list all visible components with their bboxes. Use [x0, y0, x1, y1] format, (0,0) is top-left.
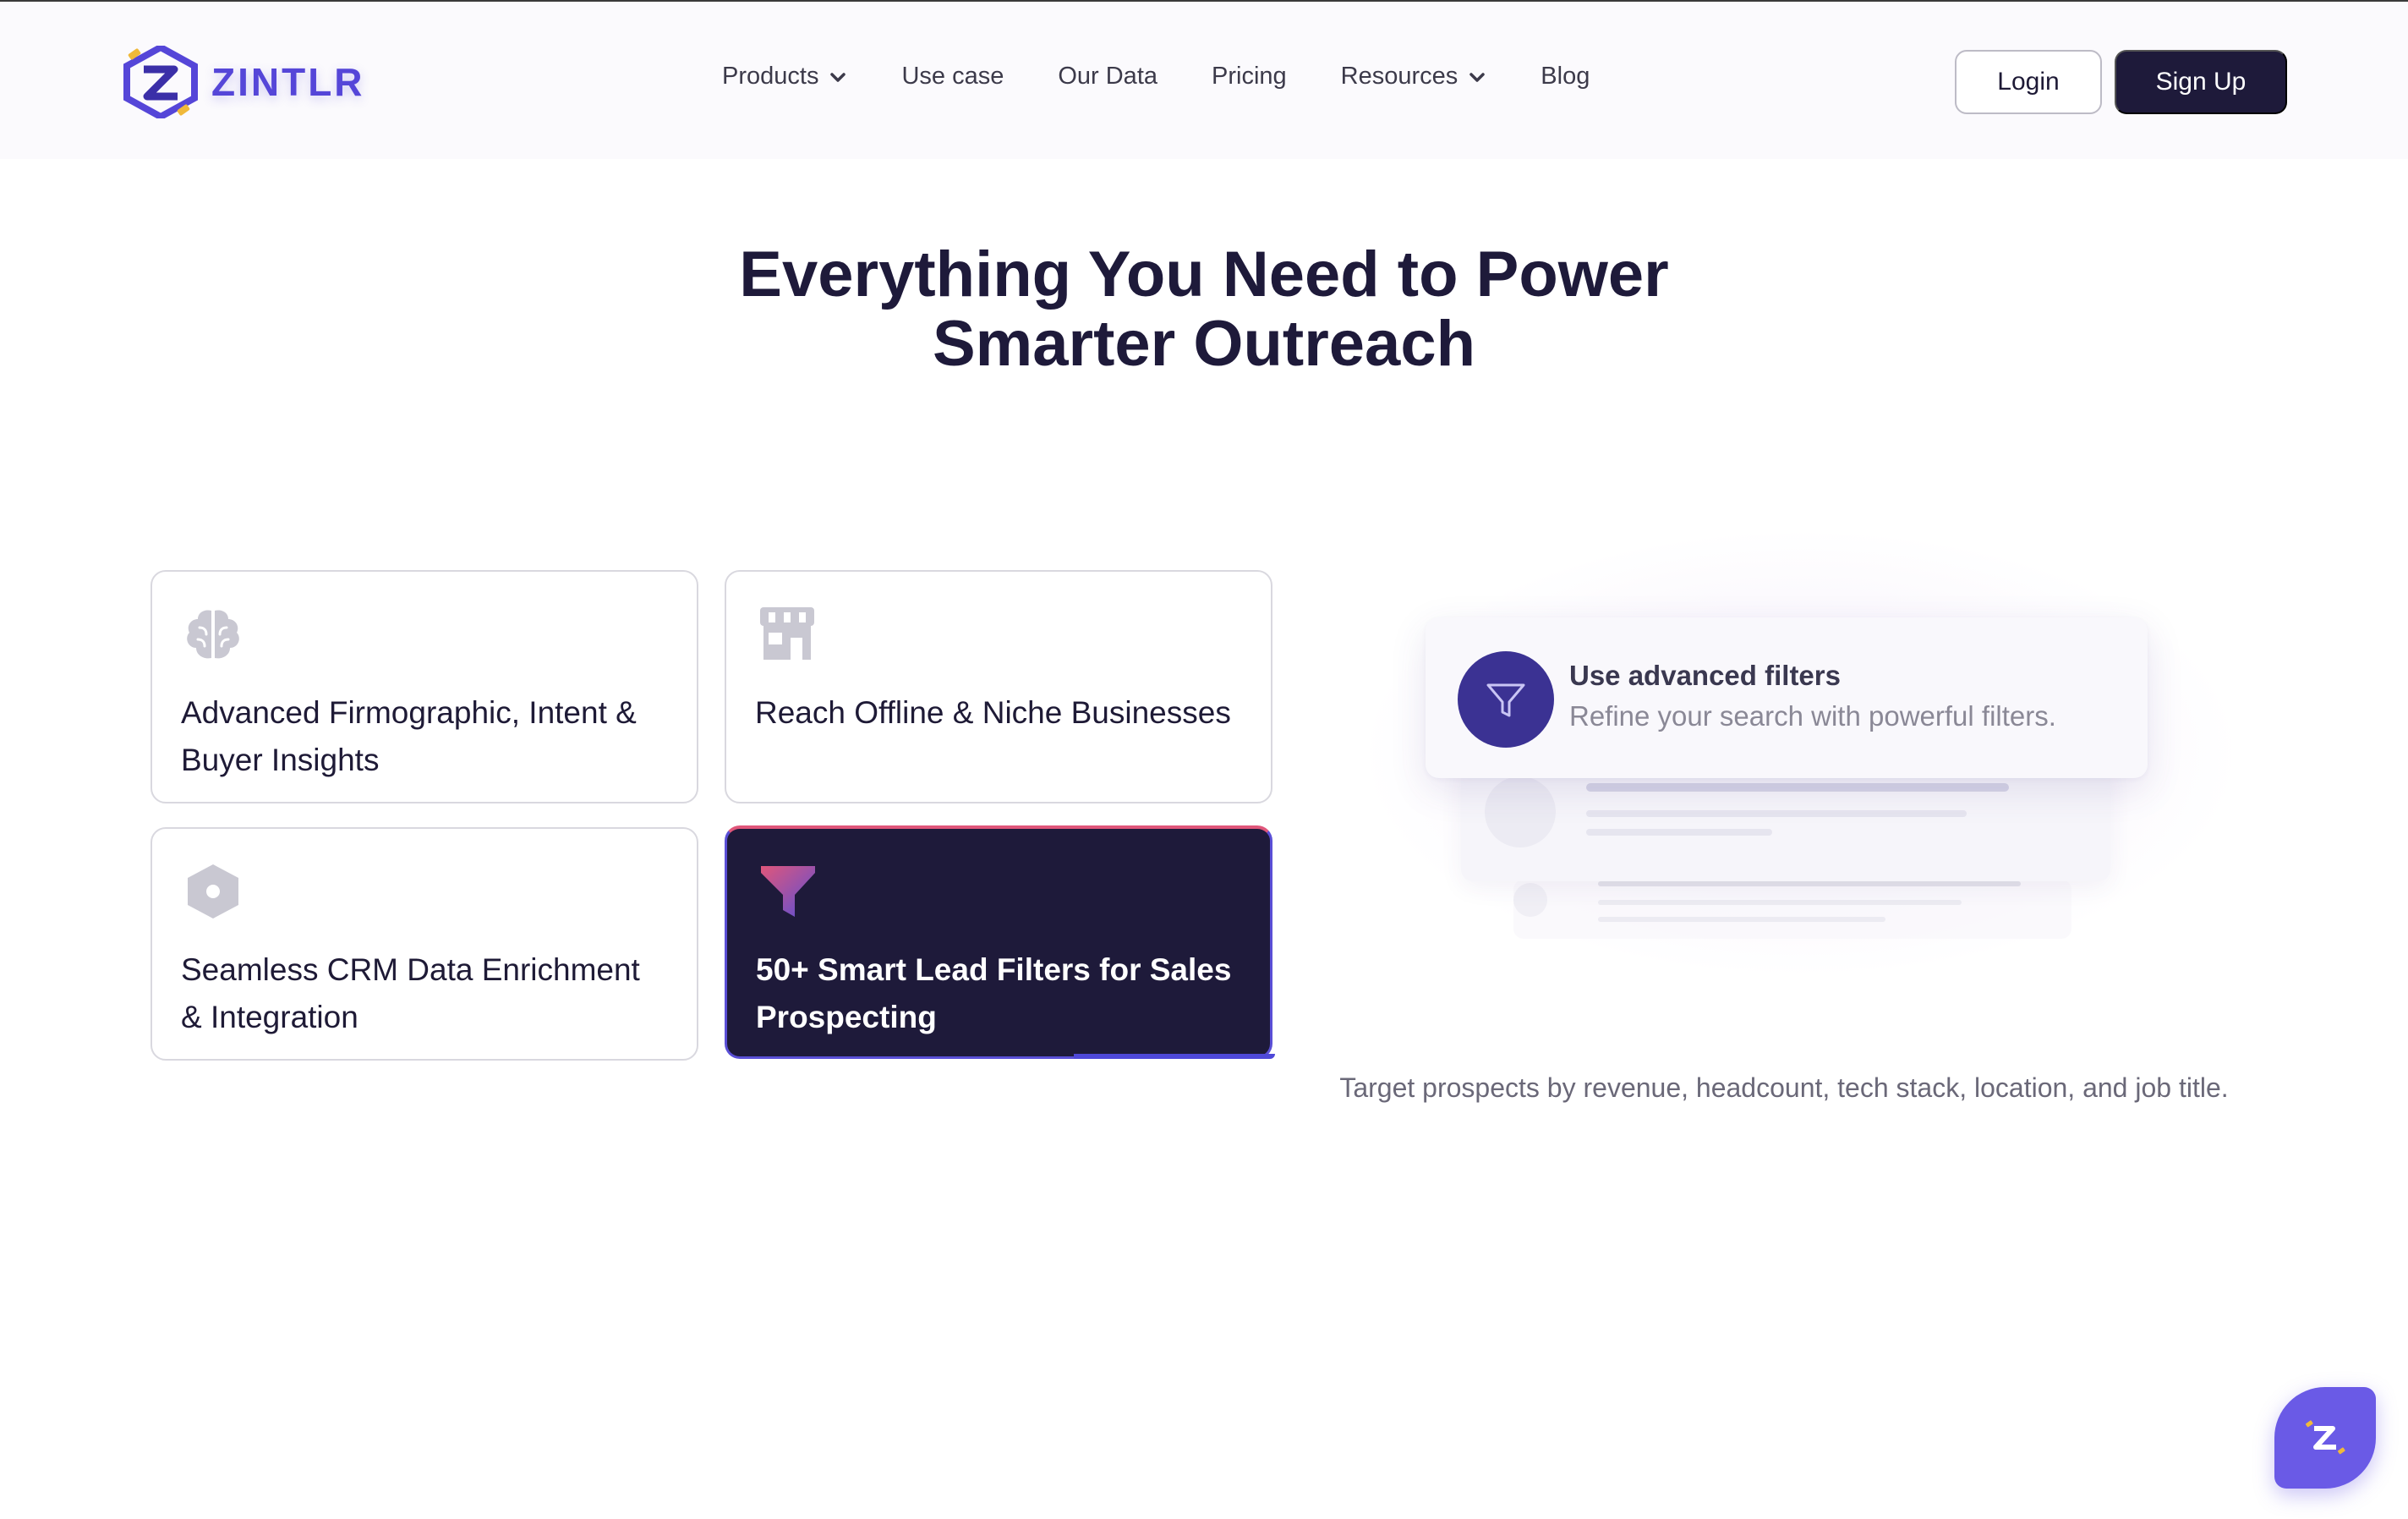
nav-blog-label: Blog — [1541, 63, 1590, 90]
placeholder-line — [1586, 810, 1967, 817]
zintlr-logo-icon — [2305, 1420, 2345, 1455]
preview-subtitle: Refine your search with powerful filters… — [1569, 700, 2056, 732]
placeholder-line — [1586, 829, 1772, 836]
placeholder-line — [1598, 881, 2021, 886]
nav-blog[interactable]: Blog — [1541, 63, 1590, 90]
advanced-filters-preview-card: Use advanced filters Refine your search … — [1426, 617, 2148, 778]
feature-label: Advanced Firmographic, Intent & Buyer In… — [181, 695, 637, 777]
top-navigation: ZINTLR Products Use case Our Data Pricin… — [0, 2, 2408, 159]
nav-our-data-label: Our Data — [1058, 63, 1158, 90]
main-menu: Products Use case Our Data Pricing Resou… — [722, 63, 1644, 90]
hexagon-icon — [188, 864, 238, 919]
placeholder-row — [1513, 880, 2071, 939]
feature-label: Seamless CRM Data Enrichment & Integrati… — [181, 952, 640, 1034]
nav-products[interactable]: Products — [722, 63, 847, 90]
funnel-icon — [761, 866, 815, 917]
preview-title: Use advanced filters — [1569, 660, 1841, 691]
active-progress-bar — [1074, 1054, 1275, 1059]
hero-title-line2: Smarter Outreach — [932, 308, 1476, 380]
feature-card-offline[interactable]: Reach Offline & Niche Businesses — [725, 570, 1272, 803]
feature-card-crm[interactable]: Seamless CRM Data Enrichment & Integrati… — [150, 827, 698, 1061]
placeholder-avatar — [1485, 776, 1556, 847]
chevron-down-icon — [1469, 72, 1486, 82]
nav-products-label: Products — [722, 63, 819, 90]
chevron-down-icon — [830, 72, 846, 82]
placeholder-line — [1598, 900, 1962, 905]
feature-label: 50+ Smart Lead Filters for Sales Prospec… — [756, 952, 1232, 1034]
hero-title: Everything You Need to Power Smarter Out… — [528, 240, 1880, 379]
funnel-icon — [1486, 683, 1525, 717]
nav-pricing[interactable]: Pricing — [1212, 63, 1287, 90]
feature-card-firmographic[interactable]: Advanced Firmographic, Intent & Buyer In… — [150, 570, 698, 803]
placeholder-card — [1461, 761, 2110, 881]
brand-logo[interactable]: ZINTLR — [122, 44, 365, 120]
preview-icon-circle — [1458, 651, 1554, 748]
signup-button[interactable]: Sign Up — [2115, 50, 2287, 114]
placeholder-line — [1598, 917, 1885, 922]
nav-resources[interactable]: Resources — [1341, 63, 1487, 90]
feature-card-lead-filters[interactable]: 50+ Smart Lead Filters for Sales Prospec… — [725, 825, 1275, 1059]
nav-our-data[interactable]: Our Data — [1058, 63, 1157, 90]
zintlr-logo-icon — [123, 46, 198, 118]
feature-label: Reach Offline & Niche Businesses — [755, 695, 1231, 730]
brain-icon — [187, 610, 239, 659]
placeholder-line — [1586, 783, 2009, 792]
storefront-icon — [760, 607, 814, 660]
brand-name: ZINTLR — [211, 60, 365, 104]
nav-resources-label: Resources — [1340, 63, 1458, 90]
nav-pricing-label: Pricing — [1212, 63, 1287, 90]
hero-title-line1: Everything You Need to Power — [739, 239, 1669, 310]
nav-use-case[interactable]: Use case — [901, 63, 1004, 90]
login-button[interactable]: Login — [1955, 50, 2102, 114]
nav-use-case-label: Use case — [901, 63, 1004, 90]
placeholder-avatar — [1513, 883, 1547, 917]
feature-description: Target prospects by revenue, headcount, … — [1339, 1072, 2229, 1103]
chat-widget-button[interactable] — [2274, 1387, 2376, 1489]
